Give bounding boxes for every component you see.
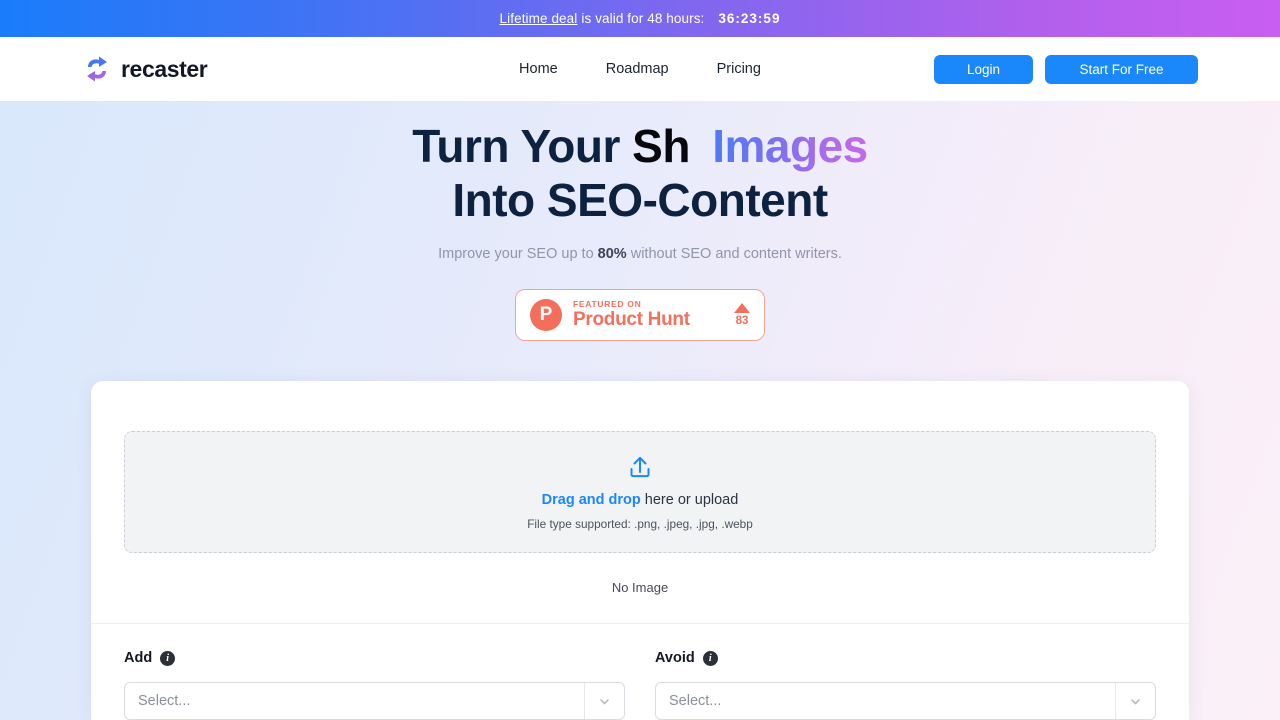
upload-section: Drag and drop here or upload File type s… xyxy=(91,381,1189,553)
avoid-select-placeholder: Select... xyxy=(669,693,722,709)
upload-arrow-icon xyxy=(627,454,653,480)
dropzone-rest-label: here or upload xyxy=(644,491,739,508)
login-button[interactable]: Login xyxy=(934,54,1033,84)
avoid-select[interactable]: Select... xyxy=(655,682,1156,720)
info-icon[interactable]: i xyxy=(702,650,718,666)
add-field-group: Add i Select... xyxy=(124,650,625,720)
info-icon[interactable]: i xyxy=(160,650,176,666)
chevron-down-icon[interactable] xyxy=(584,683,624,719)
avoid-field-group: Avoid i Select... xyxy=(655,650,1156,720)
app-card: Drag and drop here or upload File type s… xyxy=(91,381,1189,720)
nav-link-pricing[interactable]: Pricing xyxy=(717,61,761,77)
upvote-count: 83 xyxy=(735,315,749,327)
dropzone-primary-text: Drag and drop here or upload xyxy=(542,492,739,508)
hero-subtitle-highlight: 80% xyxy=(597,246,627,262)
add-label: Add xyxy=(124,650,153,666)
logo-text: recaster xyxy=(121,55,208,82)
promo-banner: Lifetime deal is valid for 48 hours: 36:… xyxy=(0,0,1280,37)
hero-subtitle-after: without SEO and content writers. xyxy=(630,246,842,262)
page-title: Turn Your Sh Images Into SEO-Content xyxy=(0,119,1280,227)
keywords-form: Add i Select... Avoid i Select... xyxy=(91,624,1189,720)
product-hunt-logo-icon: P xyxy=(530,299,562,331)
product-hunt-name: Product Hunt xyxy=(573,309,690,330)
header-actions: Login Start For Free xyxy=(934,54,1198,84)
lifetime-deal-link[interactable]: Lifetime deal xyxy=(500,11,578,26)
featured-on-label: FEATURED ON xyxy=(573,299,642,309)
hero-section: Turn Your Sh Images Into SEO-Content Imp… xyxy=(0,101,1280,341)
hero-title-line2: Into SEO-Content xyxy=(452,174,828,226)
chevron-down-icon[interactable] xyxy=(1115,683,1155,719)
hero-title-part1: Turn Your xyxy=(412,120,620,172)
site-header: recaster Home Roadmap Pricing Login Star… xyxy=(0,37,1280,101)
file-dropzone[interactable]: Drag and drop here or upload File type s… xyxy=(124,431,1156,553)
promo-banner-text: is valid for 48 hours: xyxy=(581,11,705,26)
add-select-placeholder: Select... xyxy=(138,693,191,709)
add-select[interactable]: Select... xyxy=(124,682,625,720)
nav-link-home[interactable]: Home xyxy=(519,61,558,77)
avoid-label-row: Avoid i xyxy=(655,650,1156,666)
hero-subtitle-before: Improve your SEO up to xyxy=(438,246,594,262)
nav-link-roadmap[interactable]: Roadmap xyxy=(606,61,669,77)
main-nav: Home Roadmap Pricing xyxy=(519,61,761,77)
product-hunt-upvote[interactable]: 83 xyxy=(734,303,750,327)
recycle-arrows-icon xyxy=(82,55,112,83)
start-for-free-button[interactable]: Start For Free xyxy=(1045,54,1198,84)
no-image-status: No Image xyxy=(611,580,669,595)
supported-file-types: File type supported: .png, .jpeg, .jpg, … xyxy=(527,516,753,531)
logo[interactable]: recaster xyxy=(82,55,208,83)
avoid-label: Avoid xyxy=(655,650,695,666)
hero-title-gradient-word: Images xyxy=(712,120,868,172)
product-hunt-texts: FEATURED ON Product Hunt xyxy=(573,299,690,331)
drag-and-drop-label: Drag and drop xyxy=(541,491,641,508)
triangle-up-icon xyxy=(734,303,750,313)
hero-title-part2: Sh xyxy=(632,120,690,172)
hero-subtitle: Improve your SEO up to 80% without SEO a… xyxy=(0,246,1280,262)
product-hunt-badge-wrap: P FEATURED ON Product Hunt 83 xyxy=(0,289,1280,341)
product-hunt-badge[interactable]: P FEATURED ON Product Hunt 83 xyxy=(515,289,765,341)
add-label-row: Add i xyxy=(124,650,625,666)
countdown-timer: 36:23:59 xyxy=(718,11,781,26)
